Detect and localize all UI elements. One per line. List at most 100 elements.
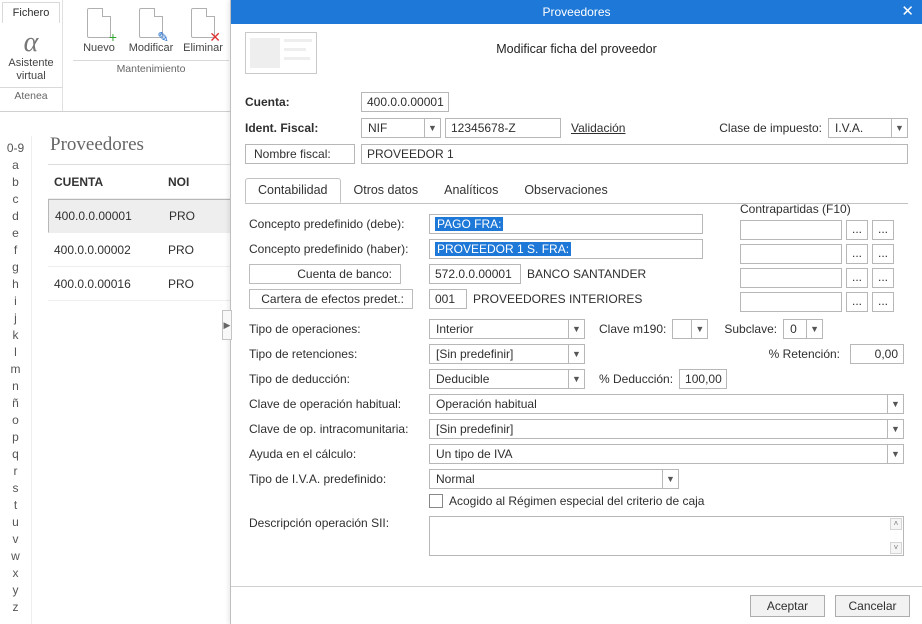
cartera-label-button[interactable]: Cartera de efectos predet.: xyxy=(249,289,413,309)
alpha-m[interactable]: m xyxy=(0,361,31,378)
alpha-r[interactable]: r xyxy=(0,463,31,480)
cell-nombre: PRO xyxy=(168,243,208,257)
alpha-w[interactable]: w xyxy=(0,548,31,565)
scroll-up-icon[interactable]: ˄ xyxy=(890,518,902,530)
ribbon-tab-fichero[interactable]: Fichero xyxy=(2,2,60,23)
banco-label-button[interactable]: Cuenta de banco: xyxy=(249,264,401,284)
chevron-down-icon: ▼ xyxy=(887,445,903,463)
ret-select[interactable]: [Sin predefinir]▼ xyxy=(429,344,585,364)
alpha-l[interactable]: l xyxy=(0,344,31,361)
alpha-f[interactable]: f xyxy=(0,242,31,259)
alpha-0-9[interactable]: 0-9 xyxy=(0,140,31,157)
aceptar-button[interactable]: Aceptar xyxy=(750,595,825,617)
tab-observaciones[interactable]: Observaciones xyxy=(511,178,620,203)
alpha-x[interactable]: x xyxy=(0,565,31,582)
alpha-a[interactable]: a xyxy=(0,157,31,174)
clase-select[interactable]: I.V.A.▼ xyxy=(828,118,908,138)
dedp-label: % Deducción: xyxy=(599,372,673,386)
validacion-link[interactable]: Validación xyxy=(571,121,625,135)
chevron-down-icon: ▼ xyxy=(887,395,903,413)
clase-value: I.V.A. xyxy=(829,121,891,135)
alpha-t[interactable]: t xyxy=(0,497,31,514)
ops-select[interactable]: Interior▼ xyxy=(429,319,585,339)
nombre-label-button[interactable]: Nombre fiscal: xyxy=(245,144,355,164)
contrap-input[interactable] xyxy=(740,268,842,288)
contrap-lookup-button[interactable]: ... xyxy=(846,292,868,312)
chevron-down-icon: ▼ xyxy=(891,119,907,137)
tab-otros-datos[interactable]: Otros datos xyxy=(341,178,432,203)
alpha-u[interactable]: u xyxy=(0,514,31,531)
nombre-input[interactable]: PROVEEDOR 1 xyxy=(361,144,908,164)
col-nombre[interactable]: NOI xyxy=(168,175,208,189)
cancelar-button[interactable]: Cancelar xyxy=(835,595,910,617)
modificar-button[interactable]: ✎ Modificar xyxy=(125,8,177,54)
subclave-select[interactable]: 0▼ xyxy=(783,319,823,339)
expand-handle[interactable]: ▶ xyxy=(222,310,232,340)
contrap-input[interactable] xyxy=(740,244,842,264)
contrap-lookup-button[interactable]: ... xyxy=(846,220,868,240)
contrap-lookup2-button[interactable]: ... xyxy=(872,220,894,240)
alpha-n[interactable]: n xyxy=(0,378,31,395)
chevron-down-icon: ▼ xyxy=(424,119,440,137)
close-icon[interactable]: ✕ xyxy=(901,0,914,24)
ident-type-select[interactable]: NIF▼ xyxy=(361,118,441,138)
alpha-g[interactable]: g xyxy=(0,259,31,276)
debe-input[interactable]: PAGO FRA: xyxy=(429,214,703,234)
alpha-k[interactable]: k xyxy=(0,327,31,344)
cuenta-input[interactable]: 400.0.0.00001 xyxy=(361,92,449,112)
retp-label: % Retención: xyxy=(769,347,840,361)
alpha-q[interactable]: q xyxy=(0,446,31,463)
alpha-d[interactable]: d xyxy=(0,208,31,225)
contrap-input[interactable] xyxy=(740,292,842,312)
document-edit-icon: ✎ xyxy=(139,8,163,38)
ident-input[interactable]: 12345678-Z xyxy=(445,118,561,138)
banco-code-input[interactable]: 572.0.0.00001 xyxy=(429,264,521,284)
ayuda-select[interactable]: Un tipo de IVA▼ xyxy=(429,444,904,464)
contrap-row-4: ...... xyxy=(740,292,894,312)
alpha-p[interactable]: p xyxy=(0,429,31,446)
document-new-icon: + xyxy=(87,8,111,38)
alpha-z[interactable]: z xyxy=(0,599,31,616)
contrap-lookup2-button[interactable]: ... xyxy=(872,244,894,264)
alpha-o[interactable]: o xyxy=(0,412,31,429)
nuevo-button[interactable]: + Nuevo xyxy=(73,8,125,54)
clavem-select[interactable]: ▼ xyxy=(672,319,708,339)
criterio-caja-checkbox[interactable] xyxy=(429,494,443,508)
alpha-j[interactable]: j xyxy=(0,310,31,327)
clavh-select[interactable]: Operación habitual▼ xyxy=(429,394,904,414)
alpha-h[interactable]: h xyxy=(0,276,31,293)
iva-select[interactable]: Normal▼ xyxy=(429,469,679,489)
alpha-ñ[interactable]: ñ xyxy=(0,395,31,412)
clavic-select[interactable]: [Sin predefinir]▼ xyxy=(429,419,904,439)
cell-cuenta: 400.0.0.00016 xyxy=(48,277,168,291)
ops-value: Interior xyxy=(430,322,568,336)
haber-value: PROVEEDOR 1 S. FRA: xyxy=(435,242,571,256)
retp-input[interactable]: 0,00 xyxy=(850,344,904,364)
alpha-e[interactable]: e xyxy=(0,225,31,242)
alpha-s[interactable]: s xyxy=(0,480,31,497)
thumbnail-icon[interactable] xyxy=(245,32,317,74)
cartera-code-input[interactable]: 001 xyxy=(429,289,467,309)
eliminar-button[interactable]: ✕ Eliminar xyxy=(177,8,229,54)
contrap-lookup-button[interactable]: ... xyxy=(846,268,868,288)
contrap-lookup2-button[interactable]: ... xyxy=(872,292,894,312)
haber-input[interactable]: PROVEEDOR 1 S. FRA: xyxy=(429,239,703,259)
dedp-input[interactable]: 100,00 xyxy=(679,369,727,389)
scroll-down-icon[interactable]: ˅ xyxy=(890,542,902,554)
col-cuenta[interactable]: CUENTA xyxy=(48,175,168,189)
assistant-icon[interactable]: α xyxy=(0,29,62,57)
contrap-input[interactable] xyxy=(740,220,842,240)
tab-contabilidad[interactable]: Contabilidad xyxy=(245,178,341,203)
ded-select[interactable]: Deducible▼ xyxy=(429,369,585,389)
alpha-y[interactable]: y xyxy=(0,582,31,599)
contrap-lookup-button[interactable]: ... xyxy=(846,244,868,264)
alpha-i[interactable]: i xyxy=(0,293,31,310)
tab-analiticos[interactable]: Analíticos xyxy=(431,178,511,203)
cell-cuenta: 400.0.0.00002 xyxy=(48,243,168,257)
desc-textarea[interactable]: ˄ ˅ xyxy=(429,516,904,556)
alpha-c[interactable]: c xyxy=(0,191,31,208)
alpha-b[interactable]: b xyxy=(0,174,31,191)
alpha-v[interactable]: v xyxy=(0,531,31,548)
alphabet-nav[interactable]: 0-9abcdefghijklmnñopqrstuvwxyz xyxy=(0,136,32,624)
contrap-lookup2-button[interactable]: ... xyxy=(872,268,894,288)
